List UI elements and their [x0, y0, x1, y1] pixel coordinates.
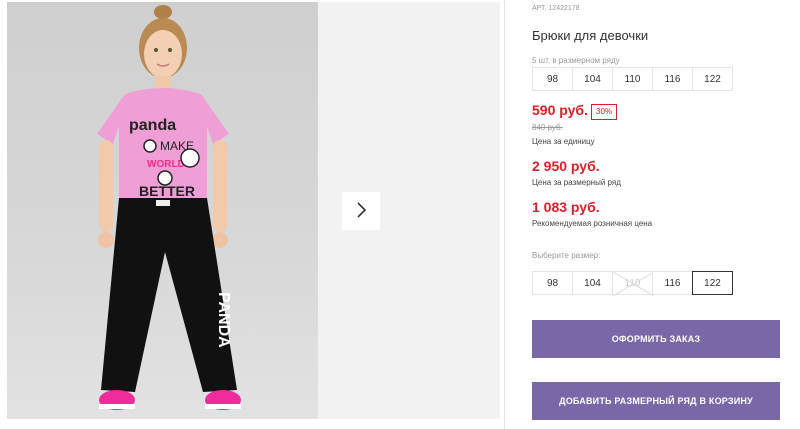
size-option-104[interactable]: 104 [572, 271, 613, 295]
pack-size-item: 110 [612, 67, 653, 91]
size-option-110-unavailable: 110 [612, 271, 654, 296]
girl-model-illustration: panda MAKE WORLD BETTER PANDA [97, 5, 241, 410]
tshirt-print-panda: panda [129, 117, 176, 134]
pack-size-label: 5 шт. в размерном ряду [532, 56, 620, 65]
recommended-retail-price: 1 083 руб. [532, 199, 600, 215]
choose-size-label: Выберите размер: [532, 251, 601, 260]
place-order-button[interactable]: ОФОРМИТЬ ЗАКАЗ [532, 320, 780, 358]
old-price: 840 руб. [532, 123, 563, 132]
pack-size-item: 116 [652, 67, 693, 91]
chevron-right-icon [355, 201, 367, 221]
pack-size-item: 122 [692, 67, 733, 91]
pack-size-item: 104 [572, 67, 613, 91]
size-option-122-selected[interactable]: 122 [692, 271, 733, 295]
unit-price: 590 руб. [532, 102, 588, 118]
pack-size-row: 98 104 110 116 122 [532, 67, 733, 91]
product-gallery: panda MAKE WORLD BETTER PANDA [0, 0, 500, 429]
product-title: Брюки для девочки [532, 28, 649, 43]
discount-badge: 30% [591, 104, 618, 120]
vertical-divider [504, 0, 505, 429]
unit-price-label: Цена за единицу [532, 137, 595, 146]
set-price: 2 950 руб. [532, 158, 600, 174]
set-price-label: Цена за размерный ряд [532, 178, 621, 187]
tshirt-print-better: BETTER [139, 183, 195, 199]
gallery-next-button[interactable] [342, 192, 380, 230]
pants-print-panda: PANDA [215, 292, 232, 348]
size-option-116[interactable]: 116 [652, 271, 693, 295]
crossed-out-icon [613, 272, 654, 296]
article-number: АРТ. 12422178 [532, 5, 580, 12]
add-size-set-to-cart-button[interactable]: ДОБАВИТЬ РАЗМЕРНЫЙ РЯД В КОРЗИНУ [532, 382, 780, 420]
pack-size-item: 98 [532, 67, 573, 91]
size-picker: 98 104 110 116 122 [532, 271, 733, 296]
recommended-retail-price-label: Рекомендуемая розничная цена [532, 219, 653, 228]
product-photo[interactable]: panda MAKE WORLD BETTER PANDA [7, 2, 318, 419]
tshirt-print-world: WORLD [147, 159, 185, 170]
size-option-98[interactable]: 98 [532, 271, 573, 295]
